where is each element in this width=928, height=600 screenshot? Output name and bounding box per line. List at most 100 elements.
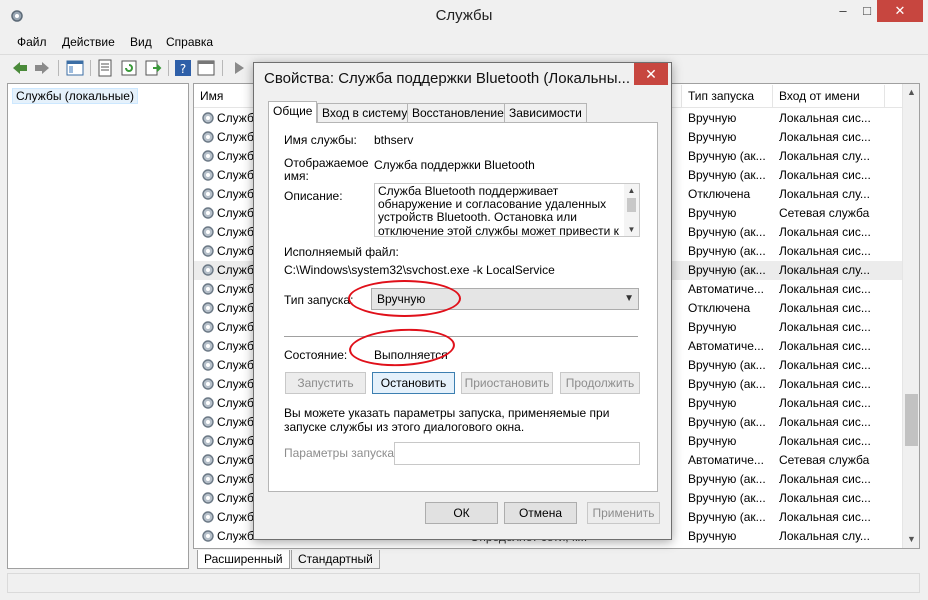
service-gear-icon	[202, 435, 214, 447]
start-params-hint: Вы можете указать параметры запуска, при…	[284, 406, 610, 434]
properties-dialog: Свойства: Служба поддержки Bluetooth (Ло…	[253, 62, 672, 540]
window-titlebar: Службы – □ ✕	[0, 0, 928, 32]
service-gear-icon	[202, 511, 214, 523]
service-gear-icon	[202, 302, 214, 314]
logon-cell: Локальная сис...	[779, 434, 871, 448]
exe-label: Исполняемый файл:	[284, 245, 399, 259]
startup-type-cell: Отключена	[688, 187, 751, 201]
console-tree-icon[interactable]	[66, 59, 84, 77]
tab-general[interactable]: Общие	[268, 101, 318, 123]
menu-action[interactable]: Действие	[62, 35, 115, 49]
logon-cell: Локальная сис...	[779, 358, 871, 372]
startup-type-cell: Вручную	[688, 320, 737, 334]
scroll-thumb[interactable]	[627, 198, 636, 212]
tree-item-services-local[interactable]: Службы (локальные)	[12, 87, 138, 105]
status-value: Выполняется	[374, 348, 448, 362]
dialog-title: Свойства: Служба поддержки Bluetooth (Ло…	[264, 70, 630, 87]
general-tab-panel: Имя службы: bthserv Отображаемое имя: Сл…	[268, 122, 658, 492]
scroll-down-icon[interactable]: ▼	[624, 225, 639, 234]
properties-icon[interactable]	[96, 59, 114, 77]
export-icon[interactable]	[144, 59, 162, 77]
startup-type-cell: Вручную	[688, 434, 737, 448]
startup-type-cell: Вручную (ак...	[688, 263, 766, 277]
exe-path: C:\Windows\system32\svchost.exe -k Local…	[284, 263, 555, 277]
tab-recovery[interactable]: Восстановление	[407, 103, 509, 122]
window-title: Службы	[435, 7, 493, 24]
startup-type-cell: Автоматиче...	[688, 282, 764, 296]
description-label: Описание:	[284, 189, 343, 203]
cancel-button[interactable]: Отмена	[504, 502, 577, 524]
svg-text:?: ?	[180, 62, 186, 76]
refresh-icon[interactable]	[120, 59, 138, 77]
play-icon[interactable]	[230, 59, 248, 77]
tab-standard[interactable]: Стандартный	[291, 550, 380, 569]
description-box[interactable]: Служба Bluetooth поддерживает обнаружени…	[374, 183, 640, 237]
ok-button[interactable]: ОК	[425, 502, 498, 524]
logon-cell: Локальная сис...	[779, 130, 871, 144]
startup-type-cell: Вручную (ак...	[688, 244, 766, 258]
close-button[interactable]: ✕	[877, 0, 923, 22]
menu-bar: Файл Действие Вид Справка	[0, 32, 928, 52]
startup-type-cell: Вручную (ак...	[688, 358, 766, 372]
service-gear-icon	[202, 416, 214, 428]
service-gear-icon	[202, 207, 214, 219]
back-arrow-icon[interactable]	[11, 59, 29, 77]
service-gear-icon	[202, 473, 214, 485]
service-gear-icon	[202, 359, 214, 371]
service-gear-icon	[202, 245, 214, 257]
startup-type-cell: Вручную	[688, 111, 737, 125]
startup-type-label: Тип запуска:	[284, 293, 354, 307]
menu-file[interactable]: Файл	[17, 35, 47, 49]
scroll-thumb[interactable]	[905, 394, 918, 446]
service-gear-icon	[202, 226, 214, 238]
logon-cell: Локальная сис...	[779, 168, 871, 182]
dialog-close-button[interactable]: ✕	[634, 63, 668, 85]
logon-cell: Локальная сис...	[779, 339, 871, 353]
resume-button[interactable]: Продолжить	[560, 372, 640, 394]
logon-cell: Локальная слу...	[779, 529, 870, 543]
startup-type-cell: Вручную	[688, 206, 737, 220]
forward-arrow-icon[interactable]	[33, 59, 51, 77]
startup-type-cell: Отключена	[688, 301, 751, 315]
help-icon[interactable]: ?	[174, 59, 192, 77]
view-icon[interactable]	[197, 59, 215, 77]
divider	[284, 336, 638, 337]
tab-dependencies[interactable]: Зависимости	[504, 103, 587, 122]
status-label: Состояние:	[284, 348, 348, 362]
startup-type-cell: Вручную (ак...	[688, 168, 766, 182]
logon-cell: Локальная сис...	[779, 491, 871, 505]
startup-type-cell: Вручную	[688, 529, 737, 543]
column-header-logon[interactable]: Вход от имени	[773, 85, 885, 107]
description-scrollbar[interactable]: ▲ ▼	[624, 184, 639, 236]
startup-type-cell: Вручную (ак...	[688, 225, 766, 239]
list-scrollbar[interactable]: ▲ ▼	[902, 84, 919, 548]
logon-cell: Локальная сис...	[779, 244, 871, 258]
service-gear-icon	[202, 321, 214, 333]
scroll-up-icon[interactable]: ▲	[624, 186, 639, 195]
menu-help[interactable]: Справка	[166, 35, 213, 49]
tab-logon[interactable]: Вход в систему	[317, 103, 413, 122]
start-params-label: Параметры запуска:	[284, 446, 398, 460]
service-gear-icon	[202, 150, 214, 162]
startup-type-cell: Автоматиче...	[688, 339, 764, 353]
pause-button[interactable]: Приостановить	[461, 372, 553, 394]
start-button[interactable]: Запустить	[285, 372, 366, 394]
startup-type-select[interactable]: Вручную ▼	[371, 288, 639, 310]
startup-type-cell: Вручную (ак...	[688, 472, 766, 486]
stop-button[interactable]: Остановить	[372, 372, 455, 394]
display-name-value: Служба поддержки Bluetooth	[374, 158, 535, 172]
scroll-up-icon[interactable]: ▲	[903, 84, 919, 101]
startup-type-cell: Вручную	[688, 396, 737, 410]
column-header-startup[interactable]: Тип запуска	[682, 85, 773, 107]
start-params-input[interactable]	[394, 442, 640, 465]
menu-view[interactable]: Вид	[130, 35, 152, 49]
apply-button[interactable]: Применить	[587, 502, 660, 524]
service-gear-icon	[202, 530, 214, 542]
tab-extended[interactable]: Расширенный	[197, 550, 290, 569]
chevron-down-icon: ▼	[624, 293, 634, 304]
description-text: Служба Bluetooth поддерживает обнаружени…	[378, 184, 619, 237]
scroll-down-icon[interactable]: ▼	[903, 531, 919, 548]
view-tabs: Расширенный Стандартный	[193, 550, 920, 570]
startup-type-cell: Вручную (ак...	[688, 377, 766, 391]
logon-cell: Локальная сис...	[779, 472, 871, 486]
